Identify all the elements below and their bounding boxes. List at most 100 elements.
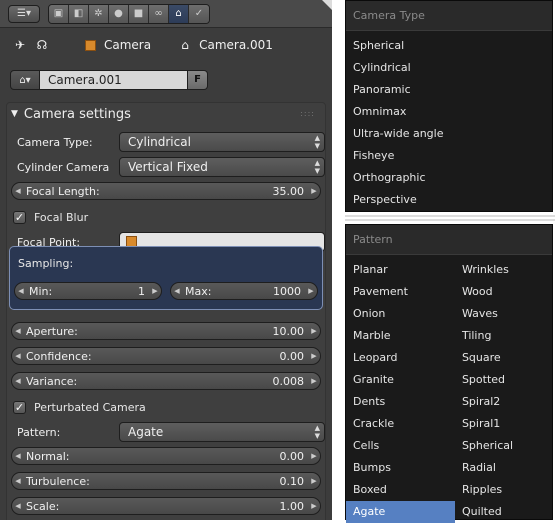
pattern-option-cells[interactable]: Cells xyxy=(346,435,455,457)
pattern-option-wrinkles[interactable]: Wrinkles xyxy=(455,259,552,281)
pattern-option-granite[interactable]: Granite xyxy=(346,369,455,391)
min-label: Min: xyxy=(29,284,53,298)
decrement-arrow-icon[interactable]: ◀ xyxy=(12,327,24,335)
variance-field[interactable]: ◀ Variance: 0.008 ▶ xyxy=(11,372,321,390)
increment-arrow-icon[interactable]: ▶ xyxy=(308,187,320,195)
pattern-option-bumps[interactable]: Bumps xyxy=(346,457,455,479)
drag-grip-icon[interactable]: :::: xyxy=(300,109,315,118)
decrement-arrow-icon[interactable]: ◀ xyxy=(15,287,27,295)
focal-length-field[interactable]: ◀ Focal Length: 35.00 ▶ xyxy=(11,182,321,200)
pattern-option-crackle[interactable]: Crackle xyxy=(346,413,455,435)
camera-type-option-ultra-wide-angle[interactable]: Ultra-wide angle xyxy=(346,123,552,145)
modifiers-icon[interactable]: ∞ xyxy=(149,4,169,23)
pattern-option-planar[interactable]: Planar xyxy=(346,259,455,281)
pattern-option-spiral1[interactable]: Spiral1 xyxy=(455,413,552,435)
properties-panel: ☰▾ ▣ ◧ ✲ ● ■ ∞ ⌂ ✓ ✈ ☊ Camera ⌂ Camera.0… xyxy=(0,0,332,520)
camera-type-option-panoramic[interactable]: Panoramic xyxy=(346,79,552,101)
pin-icon: ✈ xyxy=(14,38,26,52)
pattern-option-pavement[interactable]: Pavement xyxy=(346,281,455,303)
scale-field[interactable]: ◀ Scale: 1.00 ▶ xyxy=(11,497,321,515)
pattern-option-leopard[interactable]: Leopard xyxy=(346,347,455,369)
pattern-option-waves[interactable]: Waves xyxy=(455,303,552,325)
increment-arrow-icon[interactable]: ▶ xyxy=(308,327,320,335)
increment-arrow-icon[interactable]: ▶ xyxy=(305,287,317,295)
decrement-arrow-icon[interactable]: ◀ xyxy=(12,352,24,360)
confidence-field[interactable]: ◀ Confidence: 0.00 ▶ xyxy=(11,347,321,365)
editor-type-button[interactable]: ☰▾ xyxy=(8,4,40,23)
updown-arrows-icon: ▲ ▼ xyxy=(314,159,320,175)
decrement-arrow-icon[interactable]: ◀ xyxy=(12,452,24,460)
turbulence-field[interactable]: ◀ Turbulence: 0.10 ▶ xyxy=(11,472,321,490)
pattern-option-marble[interactable]: Marble xyxy=(346,325,455,347)
pattern-option-square[interactable]: Square xyxy=(455,347,552,369)
updown-arrows-icon: ▲ ▼ xyxy=(314,134,320,150)
collapse-triangle-icon: ▼ xyxy=(11,109,18,119)
normal-field[interactable]: ◀ Normal: 0.00 ▶ xyxy=(11,447,321,465)
data-icon[interactable]: ⌂ xyxy=(169,4,189,23)
decrement-arrow-icon[interactable]: ◀ xyxy=(12,502,24,510)
camera-data-icon: ⌂ xyxy=(181,38,189,52)
fake-user-button[interactable]: F xyxy=(188,70,208,90)
constraints-icon[interactable]: ■ xyxy=(129,4,149,23)
sampling-max-field[interactable]: ◀ Max: 1000 ▶ xyxy=(170,282,318,300)
aperture-value: 10.00 xyxy=(272,324,305,338)
scale-value: 1.00 xyxy=(279,499,305,513)
pin-item[interactable]: ✈ ☊ xyxy=(12,38,56,52)
camera-data-browse-button[interactable]: ⌂▾ xyxy=(10,70,40,90)
normal-value: 0.00 xyxy=(279,449,305,463)
pattern-option-radial[interactable]: Radial xyxy=(455,457,552,479)
render-icon[interactable]: ▣ xyxy=(49,4,69,23)
increment-arrow-icon[interactable]: ▶ xyxy=(308,502,320,510)
turbulence-label: Turbulence: xyxy=(26,474,90,488)
world-icon[interactable]: ✲ xyxy=(89,4,109,23)
pattern-option-dents[interactable]: Dents xyxy=(346,391,455,413)
panel-header: ☰▾ ▣ ◧ ✲ ● ■ ∞ ⌂ ✓ xyxy=(0,0,332,28)
scene-icon[interactable]: ◧ xyxy=(69,4,89,23)
increment-arrow-icon[interactable]: ▶ xyxy=(308,452,320,460)
camera-type-dropdown[interactable]: Cylindrical ▲ ▼ xyxy=(119,132,325,152)
camera-type-option-perspective[interactable]: Perspective xyxy=(346,189,552,211)
breadcrumb-data[interactable]: ⌂ Camera.001 xyxy=(177,38,273,52)
material-icon[interactable]: ✓ xyxy=(189,4,209,23)
decrement-arrow-icon[interactable]: ◀ xyxy=(171,287,183,295)
camera-type-option-orthographic[interactable]: Orthographic xyxy=(346,167,552,189)
decrement-arrow-icon[interactable]: ◀ xyxy=(12,377,24,385)
max-value: 1000 xyxy=(273,284,301,298)
pattern-option-onion[interactable]: Onion xyxy=(346,303,455,325)
increment-arrow-icon[interactable]: ▶ xyxy=(308,352,320,360)
pattern-option-tiling[interactable]: Tiling xyxy=(455,325,552,347)
camera-type-option-spherical[interactable]: Spherical xyxy=(346,35,552,57)
normal-label: Normal: xyxy=(26,449,70,463)
camera-settings-header[interactable]: ▼ Camera settings xyxy=(7,103,325,125)
perturbated-checkbox[interactable]: ✓ xyxy=(13,400,26,414)
corner-fold[interactable] xyxy=(322,0,332,10)
pattern-dropdown[interactable]: Agate ▲ ▼ xyxy=(119,422,325,442)
object-icon[interactable]: ● xyxy=(109,4,129,23)
pattern-option-spotted[interactable]: Spotted xyxy=(455,369,552,391)
increment-arrow-icon[interactable]: ▶ xyxy=(149,287,161,295)
pattern-option-ripples[interactable]: Ripples xyxy=(455,479,552,501)
focal-blur-checkbox[interactable]: ✓ xyxy=(13,210,26,224)
perturbated-row: ✓ Perturbated Camera xyxy=(7,396,325,418)
camera-type-option-fisheye[interactable]: Fisheye xyxy=(346,145,552,167)
sampling-min-field[interactable]: ◀ Min: 1 ▶ xyxy=(14,282,162,300)
pattern-menu-title: Pattern xyxy=(346,225,552,255)
pattern-option-spherical[interactable]: Spherical xyxy=(455,435,552,457)
pattern-option-boxed[interactable]: Boxed xyxy=(346,479,455,501)
camera-type-option-cylindrical[interactable]: Cylindrical xyxy=(346,57,552,79)
pattern-option-wood[interactable]: Wood xyxy=(455,281,552,303)
camera-type-option-omnimax[interactable]: Omnimax xyxy=(346,101,552,123)
datablock-name-field[interactable]: Camera.001 xyxy=(40,70,188,90)
pattern-option-spiral2[interactable]: Spiral2 xyxy=(455,391,552,413)
aperture-field[interactable]: ◀ Aperture: 10.00 ▶ xyxy=(11,322,321,340)
increment-arrow-icon[interactable]: ▶ xyxy=(308,477,320,485)
context-tabs: ▣ ◧ ✲ ● ■ ∞ ⌂ ✓ xyxy=(48,3,210,24)
decrement-arrow-icon[interactable]: ◀ xyxy=(12,477,24,485)
decrement-arrow-icon[interactable]: ◀ xyxy=(12,187,24,195)
breadcrumb-data-label: Camera.001 xyxy=(199,38,273,52)
breadcrumb-object[interactable]: Camera xyxy=(82,38,151,52)
pattern-menu: Pattern Planar Pavement Onion Marble Leopard… xyxy=(345,224,553,523)
increment-arrow-icon[interactable]: ▶ xyxy=(308,377,320,385)
cylinder-camera-label: Cylinder Camera xyxy=(17,160,110,174)
cylinder-camera-dropdown[interactable]: Vertical Fixed ▲ ▼ xyxy=(119,157,325,177)
